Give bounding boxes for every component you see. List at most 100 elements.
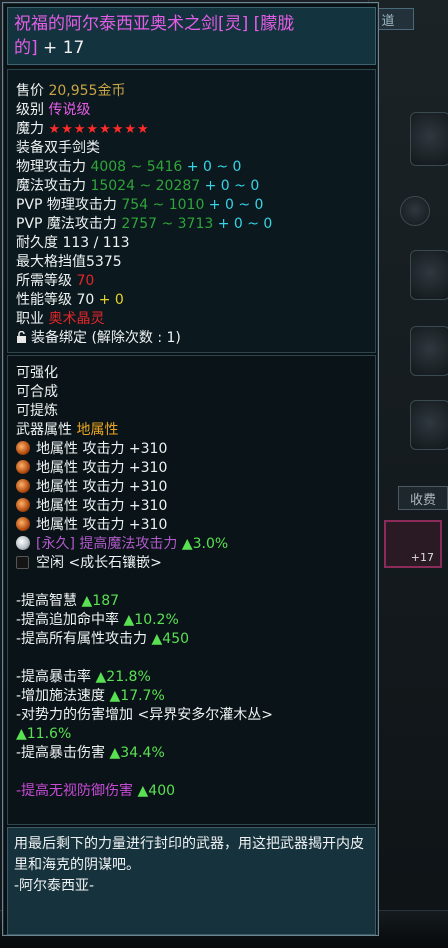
price-unit: 金币	[97, 83, 126, 99]
earth-orb-icon	[16, 479, 30, 493]
req-level-row: 所需等级 70	[16, 272, 367, 291]
price-row: 售价 20,955金币	[16, 82, 367, 101]
phys-attack-bonus: + 0 ~ 0	[182, 159, 242, 175]
bind-row: 装备绑定 (解除次数 : 1)	[16, 329, 367, 348]
allattr-label: -提高所有属性攻击力	[16, 631, 152, 647]
hit-value: ▲10.2%	[123, 612, 179, 628]
earth-attack-text: 地属性 攻击力 +310	[36, 498, 168, 514]
phys-attack-label: 物理攻击力	[16, 159, 91, 175]
item-description-author: -阿尔泰西亚-	[14, 878, 95, 894]
job-value: 奥术晶灵	[48, 311, 105, 327]
hit-label: -提高追加命中率	[16, 612, 124, 628]
allattr-value: ▲450	[151, 631, 190, 647]
faction-row: -对势力的伤害增加 <异界安多尔灌木丛>	[16, 707, 273, 723]
mag-attack-row: 魔法攻击力 15024 ~ 20287 + 0 ~ 0	[16, 177, 367, 196]
charge-tab[interactable]: 收费	[398, 486, 448, 510]
allattr-row: -提高所有属性攻击力 ▲450	[16, 630, 367, 649]
ignore-def-label: -提高无视防御伤害	[16, 783, 138, 799]
description-section: 用最后剩下的力量进行封印的武器，用这把武器揭开内皮里和海克的阴谋吧。 -阿尔泰西…	[7, 827, 376, 935]
pvp-phys-row: PVP 物理攻击力 754 ~ 1010 + 0 ~ 0	[16, 196, 367, 215]
inventory-item-slot[interactable]: +17	[384, 520, 442, 568]
magic-stars: ★★★★★★★★	[48, 122, 150, 137]
pvp-mag-bonus: + 0 ~ 0	[213, 216, 273, 232]
earth-attack-row: 地属性 攻击力 +310	[16, 440, 367, 459]
req-level-value: 70	[76, 273, 95, 289]
item-tooltip: 祝福的阿尔泰西亚奥术之剑[灵] [朦胧 的] + 17 售价 20,955金币 …	[2, 2, 379, 936]
equipment-slot[interactable]	[400, 196, 430, 226]
can-enhance: 可强化	[16, 365, 58, 381]
title-line-2: 的] + 17	[14, 36, 369, 60]
hit-row: -提高追加命中率 ▲10.2%	[16, 611, 367, 630]
critdmg-label: -提高暴击伤害	[16, 745, 110, 761]
permanent-row: [永久] 提高魔法攻击力 ▲3.0%	[16, 535, 367, 554]
equipment-slot[interactable]	[410, 112, 448, 166]
equipment-slot[interactable]	[410, 400, 448, 450]
pvp-mag-value: 2757 ~ 3713	[121, 216, 214, 232]
earth-attack-text: 地属性 攻击力 +310	[36, 460, 168, 476]
empty-slot-row: 空闲 <成长石镶嵌>	[16, 554, 367, 573]
title-line-2-text: 的]	[14, 38, 38, 58]
equipment-slot[interactable]	[410, 326, 448, 376]
cast-value: ▲17.7%	[109, 688, 165, 704]
crit-row: -提高暴击率 ▲21.8%	[16, 668, 367, 687]
pvp-mag-row: PVP 魔法攻击力 2757 ~ 3713 + 0 ~ 0	[16, 215, 367, 234]
perf-level-bonus: + 0	[94, 292, 124, 308]
can-combine: 可合成	[16, 384, 58, 400]
weapon-attr-label: 武器属性	[16, 422, 77, 438]
price-value: 20,955	[48, 83, 98, 99]
earth-orb-icon	[16, 498, 30, 512]
weapon-attr-row: 武器属性 地属性	[16, 421, 367, 440]
can-refine: 可提炼	[16, 403, 58, 419]
equip-value: 双手剑类	[44, 140, 100, 156]
pvp-phys-bonus: + 0 ~ 0	[204, 197, 264, 213]
phys-attack-row: 物理攻击力 4008 ~ 5416 + 0 ~ 0	[16, 158, 367, 177]
earth-attack-text: 地属性 攻击力 +310	[36, 479, 168, 495]
earth-orb-icon	[16, 441, 30, 455]
price-label: 售价	[16, 83, 49, 99]
perf-level-row: 性能等级 70 + 0	[16, 291, 367, 310]
empty-slot-text: 空闲 <成长石镶嵌>	[36, 555, 162, 571]
item-enhance-label: +17	[410, 551, 434, 564]
wisdom-label: -提高智慧	[16, 593, 82, 609]
crit-value: ▲21.8%	[95, 669, 151, 685]
title-line-1: 祝福的阿尔泰西亚奥术之剑[灵] [朦胧	[14, 14, 295, 34]
ignore-def-value: ▲400	[137, 783, 176, 799]
bind-text: 装备绑定 (解除次数 : 1)	[31, 330, 181, 346]
earth-attack-text: 地属性 攻击力 +310	[36, 441, 168, 457]
title-enhance: + 17	[37, 38, 85, 58]
pvp-mag-label: PVP 魔法攻击力	[16, 216, 122, 232]
earth-attack-row: 地属性 攻击力 +310	[16, 516, 367, 535]
grade-row: 级别 传说级	[16, 101, 367, 120]
durability-row: 耐久度 113 / 113	[16, 235, 130, 251]
grade-label: 级别	[16, 102, 49, 118]
equip-label: 装备	[16, 140, 44, 156]
white-orb-icon	[16, 536, 30, 550]
lock-icon	[17, 331, 26, 343]
earth-attack-row: 地属性 攻击力 +310	[16, 459, 367, 478]
magic-row: 魔力 ★★★★★★★★	[16, 120, 367, 139]
magic-label: 魔力	[16, 121, 49, 137]
cast-label: -增加施法速度	[16, 688, 110, 704]
pvp-phys-label: PVP 物理攻击力	[16, 197, 122, 213]
item-title: 祝福的阿尔泰西亚奥术之剑[灵] [朦胧 的] + 17	[7, 7, 376, 65]
item-description: 用最后剩下的力量进行封印的武器，用这把武器揭开内皮里和海克的阴谋吧。	[14, 836, 364, 873]
mag-attack-bonus: + 0 ~ 0	[200, 178, 260, 194]
equipment-slot[interactable]	[410, 250, 448, 300]
basic-stats-section: 售价 20,955金币 级别 传说级 魔力 ★★★★★★★★ 装备双手剑类 物理…	[7, 69, 376, 353]
cast-row: -增加施法速度 ▲17.7%	[16, 687, 367, 706]
perf-level-value: 70	[76, 292, 95, 308]
ignore-def-row: -提高无视防御伤害 ▲400	[16, 782, 367, 801]
permanent-value: ▲3.0%	[181, 536, 229, 552]
earth-attack-row: 地属性 攻击力 +310	[16, 497, 367, 516]
earth-attack-row: 地属性 攻击力 +310	[16, 478, 367, 497]
critdmg-row: -提高暴击伤害 ▲34.4%	[16, 744, 367, 763]
earth-orb-icon	[16, 517, 30, 531]
phys-attack-value: 4008 ~ 5416	[90, 159, 183, 175]
job-row: 职业 奥术晶灵	[16, 310, 367, 329]
grade-value: 传说级	[48, 102, 91, 118]
critdmg-value: ▲34.4%	[109, 745, 165, 761]
max-block-row: 最大格挡值5375	[16, 254, 122, 270]
